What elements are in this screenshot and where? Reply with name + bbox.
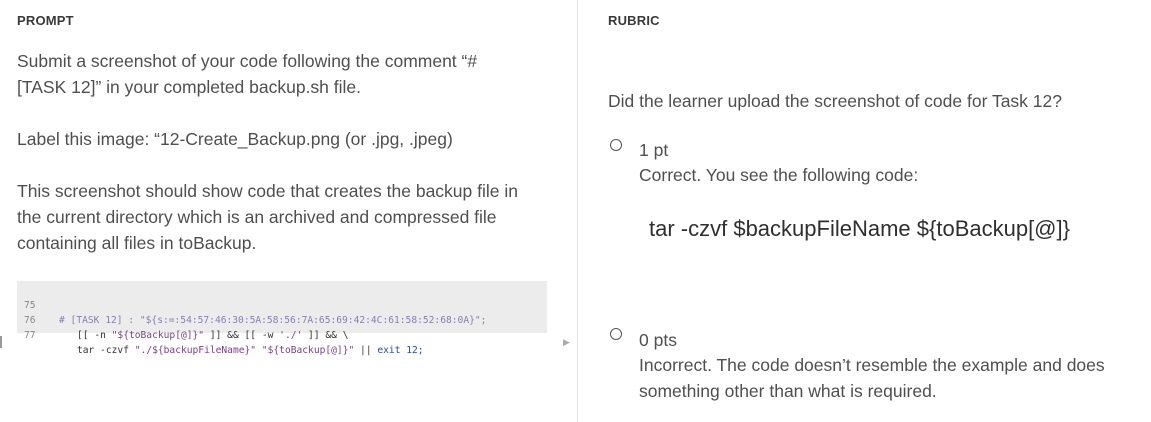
prompt-instructions-line-2: [TASK 12]” in your completed backup.sh f… (17, 77, 362, 97)
prompt-description: This screenshot should show code that cr… (17, 178, 518, 256)
code-snippet: 75 # [TASK 12] : "${s:=:54:57:46:30:5A:5… (17, 281, 547, 356)
rubric-heading: RUBRIC (608, 13, 660, 28)
radio-unselected-icon[interactable] (610, 328, 622, 340)
rubric-panel: RUBRIC Did the learner upload the screen… (578, 0, 1151, 422)
prompt-description-line-1: This screenshot should show code that cr… (17, 181, 518, 201)
option-2-description: Incorrect. The code doesn’t resemble the… (639, 352, 1105, 404)
prompt-description-line-2: the current directory which is an archiv… (17, 207, 497, 227)
radio-unselected-icon[interactable] (610, 139, 622, 151)
prompt-instructions: Submit a screenshot of your code followi… (17, 48, 477, 100)
prompt-label-instruction: Label this image: “12-Create_Backup.png … (17, 129, 453, 149)
option-1-code-example: tar -czvf $backupFileName ${toBackup[@]} (649, 216, 1070, 241)
rubric-question: Did the learner upload the screenshot of… (608, 91, 1062, 111)
prompt-description-line-3: containing all files in toBackup. (17, 233, 257, 253)
horizontal-scrollbar[interactable] (0, 333, 577, 351)
option-2-points: 0 pts (639, 330, 677, 350)
prompt-instructions-line-1: Submit a screenshot of your code followi… (17, 51, 478, 71)
prompt-heading: PROMPT (17, 13, 74, 28)
scroll-right-arrow-icon[interactable]: ▶ (563, 337, 570, 348)
code-text: # [TASK 12] : "${s:=:54:57:46:30:5A:58:5… (59, 315, 487, 326)
scrollbar-thumb[interactable] (0, 336, 2, 348)
option-2-description-line-1: Incorrect. The code doesn’t resemble the… (639, 355, 1105, 375)
option-1-description: Correct. You see the following code: (639, 165, 919, 185)
option-1-points: 1 pt (639, 140, 669, 160)
prompt-panel: PROMPT Submit a screenshot of your code … (0, 0, 577, 422)
option-2-description-line-2: something other than what is required. (639, 381, 937, 401)
